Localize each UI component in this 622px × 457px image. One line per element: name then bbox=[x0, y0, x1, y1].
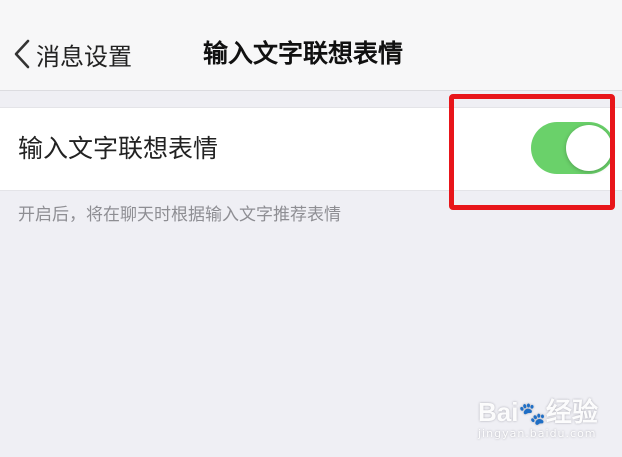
setting-hint: 开启后，将在聊天时根据输入文字推荐表情 bbox=[18, 205, 341, 225]
navigation-bar: 消息设置 输入文字联想表情 bbox=[0, 0, 622, 91]
baidu-jingyan-watermark: Bai🐾经验 jingyan.baidu.com bbox=[478, 392, 618, 447]
page-title: 输入文字联想表情 bbox=[202, 39, 403, 68]
setting-label: 输入文字联想表情 bbox=[18, 134, 219, 163]
watermark-logo: Bai🐾经验 bbox=[478, 397, 598, 427]
highlight-annotation-box bbox=[449, 94, 615, 210]
